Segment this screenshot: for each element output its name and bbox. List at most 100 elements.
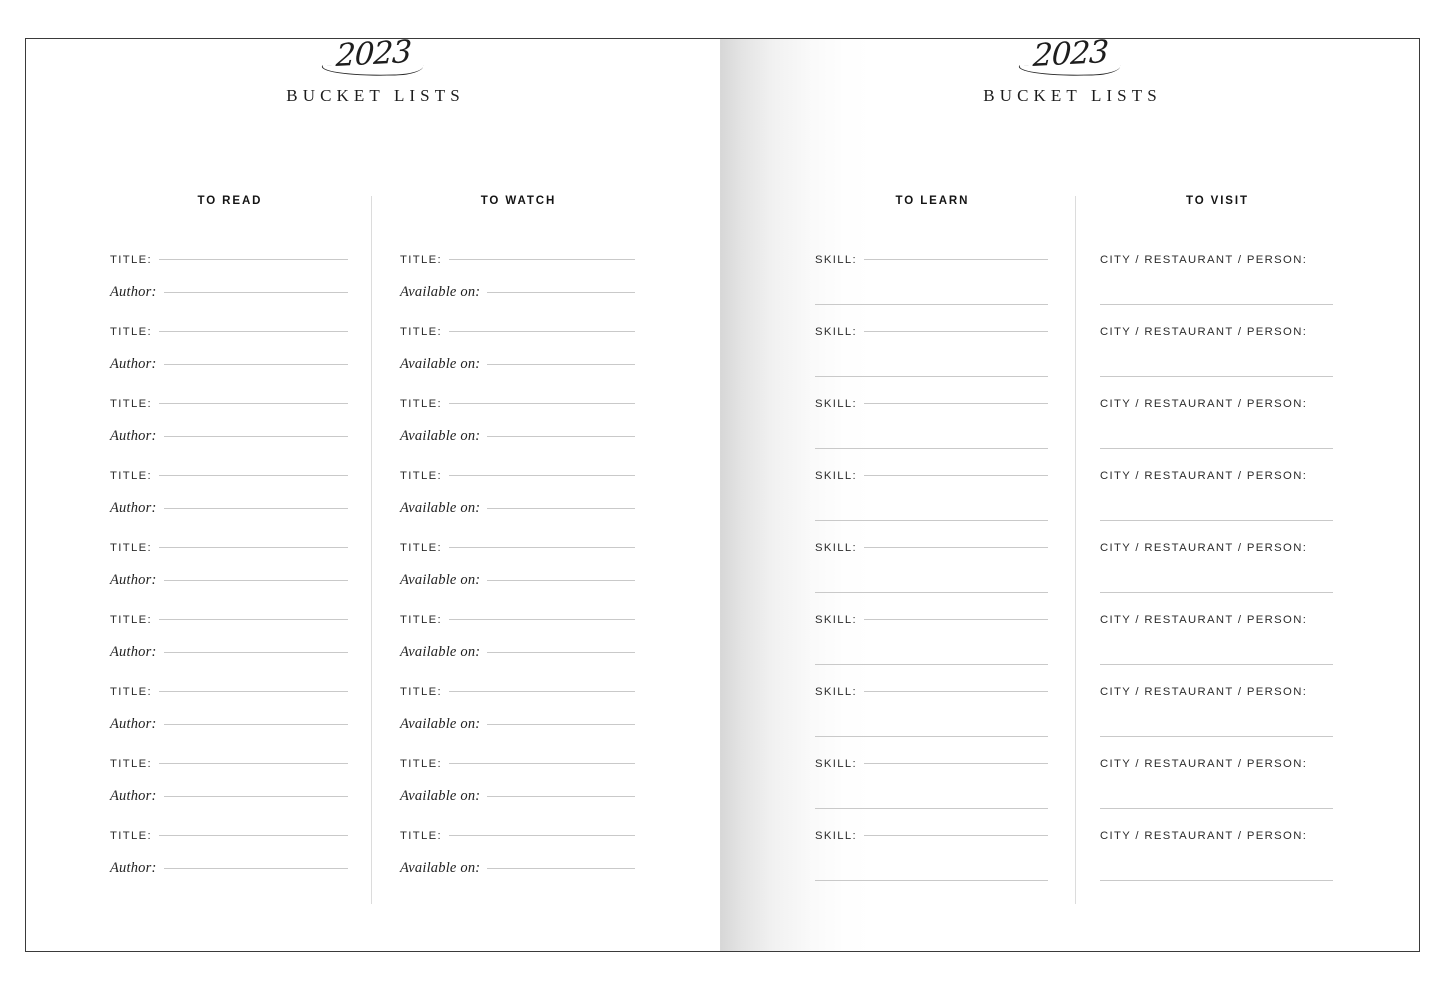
list-item[interactable]: SKILL: [815,398,1048,470]
list-item[interactable]: CITY / RESTAURANT / PERSON: [1100,470,1333,542]
write-line-skill-continued[interactable] [815,860,1048,890]
list-item[interactable]: TITLE: Available on: [400,830,635,902]
field-title[interactable]: TITLE: [400,758,635,788]
list-item[interactable]: TITLE: Author: [110,614,348,686]
field-title[interactable]: TITLE: [110,614,348,644]
list-item[interactable]: TITLE: Available on: [400,254,635,326]
field-title[interactable]: TITLE: [400,614,635,644]
write-line-available-on[interactable] [487,579,635,581]
list-item[interactable]: TITLE: Author: [110,758,348,830]
list-item[interactable]: SKILL: [815,470,1048,542]
field-skill[interactable]: SKILL: [815,614,1048,644]
write-line-skill-continued[interactable] [815,644,1048,674]
field-author[interactable]: Author: [110,716,348,746]
write-line-city-restaurant-person[interactable] [1100,428,1333,458]
field-skill[interactable]: SKILL: [815,254,1048,284]
list-item[interactable]: TITLE: Available on: [400,758,635,830]
field-author[interactable]: Author: [110,860,348,890]
field-skill[interactable]: SKILL: [815,326,1048,356]
field-author[interactable]: Author: [110,644,348,674]
write-line-city-restaurant-person[interactable] [1100,356,1333,386]
field-title[interactable]: TITLE: [400,326,635,356]
write-line-title[interactable] [159,690,348,692]
write-line-title[interactable] [449,474,635,476]
write-line-skill-continued[interactable] [815,356,1048,386]
write-line-skill[interactable] [864,834,1048,836]
field-author[interactable]: Author: [110,572,348,602]
field-title[interactable]: TITLE: [400,398,635,428]
write-line-available-on[interactable] [487,507,635,509]
list-item[interactable]: CITY / RESTAURANT / PERSON: [1100,326,1333,398]
write-line-title[interactable] [159,258,348,260]
list-item[interactable]: SKILL: [815,614,1048,686]
write-line-available-on[interactable] [487,363,635,365]
list-item[interactable]: TITLE: Available on: [400,470,635,542]
field-skill[interactable]: SKILL: [815,470,1048,500]
write-line-available-on[interactable] [487,651,635,653]
write-line-available-on[interactable] [487,867,635,869]
write-line-available-on[interactable] [487,723,635,725]
write-line-city-restaurant-person[interactable] [1100,788,1333,818]
list-item[interactable]: CITY / RESTAURANT / PERSON: [1100,686,1333,758]
write-line-author[interactable] [163,507,348,509]
list-item[interactable]: TITLE: Author: [110,830,348,902]
list-item[interactable]: SKILL: [815,542,1048,614]
write-line-skill-continued[interactable] [815,500,1048,530]
write-line-title[interactable] [159,834,348,836]
write-line-author[interactable] [163,435,348,437]
field-available-on[interactable]: Available on: [400,644,635,674]
field-available-on[interactable]: Available on: [400,788,635,818]
write-line-title[interactable] [449,834,635,836]
field-available-on[interactable]: Available on: [400,572,635,602]
write-line-skill[interactable] [864,618,1048,620]
write-line-title[interactable] [159,618,348,620]
write-line-author[interactable] [163,795,348,797]
field-title[interactable]: TITLE: [110,758,348,788]
list-item[interactable]: CITY / RESTAURANT / PERSON: [1100,398,1333,470]
field-title[interactable]: TITLE: [110,326,348,356]
write-line-title[interactable] [159,330,348,332]
field-skill[interactable]: SKILL: [815,398,1048,428]
write-line-skill-continued[interactable] [815,788,1048,818]
field-title[interactable]: TITLE: [110,254,348,284]
list-item[interactable]: TITLE: Available on: [400,398,635,470]
field-skill[interactable]: SKILL: [815,758,1048,788]
field-title[interactable]: TITLE: [400,686,635,716]
write-line-title[interactable] [449,258,635,260]
field-author[interactable]: Author: [110,356,348,386]
write-line-available-on[interactable] [487,795,635,797]
field-title[interactable]: TITLE: [110,830,348,860]
list-item[interactable]: SKILL: [815,686,1048,758]
write-line-city-restaurant-person[interactable] [1100,500,1333,530]
list-item[interactable]: CITY / RESTAURANT / PERSON: [1100,614,1333,686]
list-item[interactable]: TITLE: Author: [110,398,348,470]
write-line-title[interactable] [449,618,635,620]
field-author[interactable]: Author: [110,788,348,818]
write-line-title[interactable] [159,762,348,764]
field-available-on[interactable]: Available on: [400,860,635,890]
field-title[interactable]: TITLE: [400,542,635,572]
field-title[interactable]: TITLE: [110,398,348,428]
field-skill[interactable]: SKILL: [815,686,1048,716]
write-line-title[interactable] [449,402,635,404]
write-line-title[interactable] [449,546,635,548]
field-available-on[interactable]: Available on: [400,284,635,314]
write-line-author[interactable] [163,867,348,869]
write-line-city-restaurant-person[interactable] [1100,572,1333,602]
field-title[interactable]: TITLE: [110,470,348,500]
field-title[interactable]: TITLE: [110,686,348,716]
write-line-title[interactable] [159,474,348,476]
write-line-title[interactable] [449,690,635,692]
list-item[interactable]: SKILL: [815,830,1048,902]
list-item[interactable]: CITY / RESTAURANT / PERSON: [1100,758,1333,830]
field-author[interactable]: Author: [110,428,348,458]
field-available-on[interactable]: Available on: [400,500,635,530]
write-line-city-restaurant-person[interactable] [1100,284,1333,314]
list-item[interactable]: SKILL: [815,758,1048,830]
field-available-on[interactable]: Available on: [400,716,635,746]
list-item[interactable]: TITLE: Available on: [400,614,635,686]
list-item[interactable]: TITLE: Available on: [400,542,635,614]
list-item[interactable]: TITLE: Available on: [400,326,635,398]
field-title[interactable]: TITLE: [400,254,635,284]
field-author[interactable]: Author: [110,284,348,314]
